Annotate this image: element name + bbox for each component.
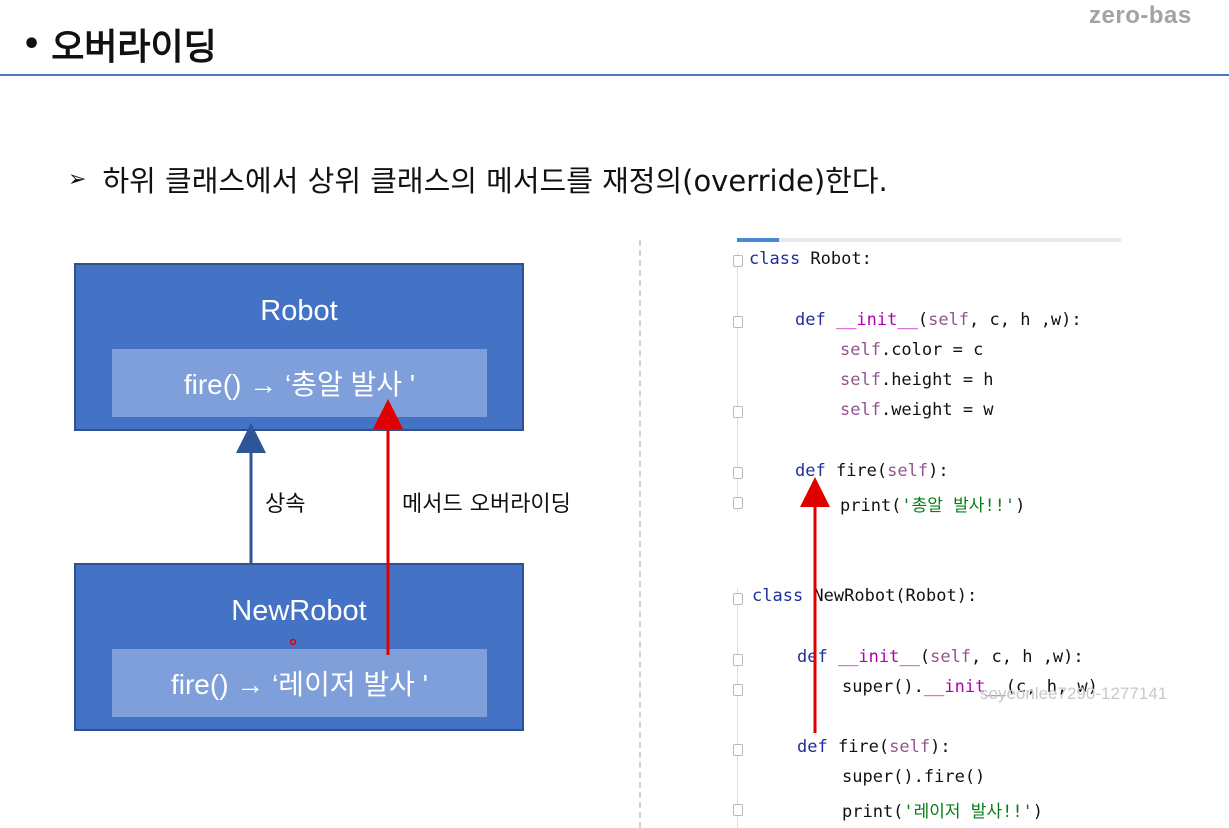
pointer-dot-icon <box>289 638 297 646</box>
arrow-overlay <box>236 399 830 733</box>
